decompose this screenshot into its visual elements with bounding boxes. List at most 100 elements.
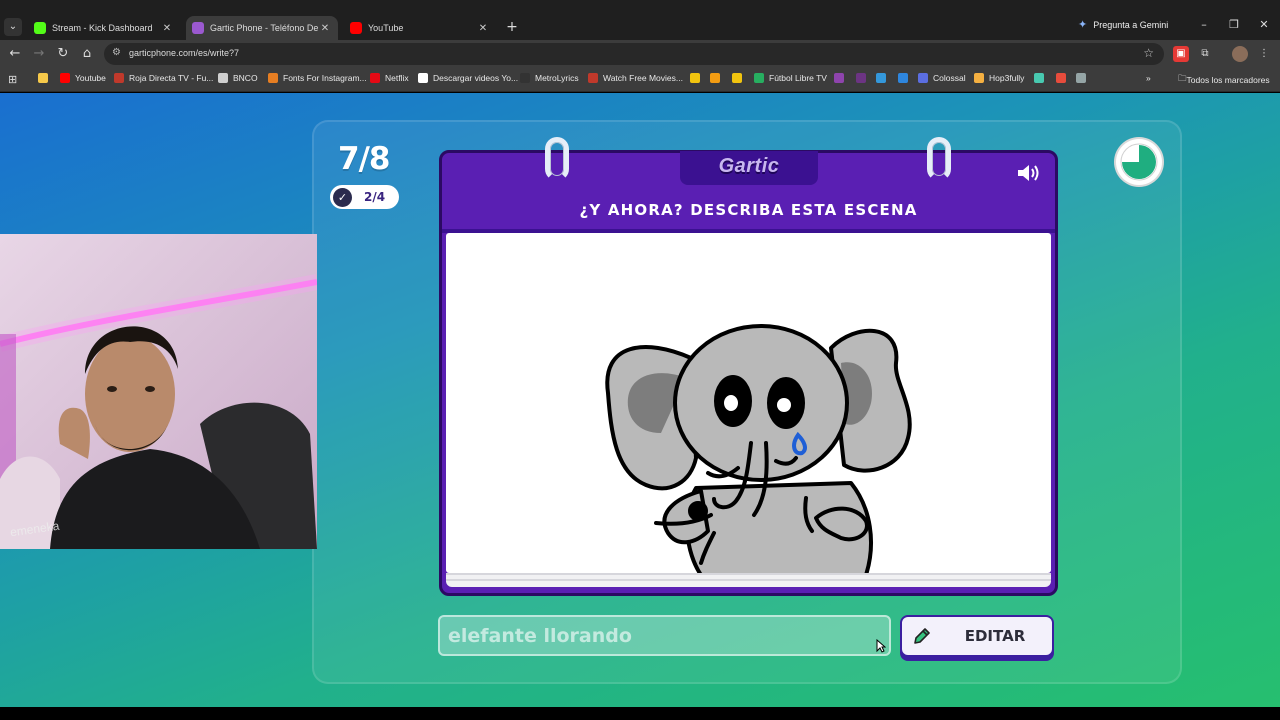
mouse-cursor-icon: [876, 639, 886, 653]
menu-kebab-icon[interactable]: ⋮: [1256, 46, 1272, 62]
bookmark-favicon-icon: [1056, 73, 1066, 83]
binder-ring-icon: [545, 137, 569, 181]
bookmark-icon[interactable]: [732, 73, 742, 83]
bookmark-icon[interactable]: [1034, 73, 1044, 83]
bookmarks-bar: ⊞ Youtube Roja Directa TV - Fu... BNCO Font…: [0, 68, 1280, 92]
bookmark-label: Hop3fully: [989, 73, 1025, 83]
bookmark-item[interactable]: Fonts For Instagram...: [268, 73, 367, 83]
bookmark-item[interactable]: Netflix: [370, 73, 409, 83]
close-tab-icon[interactable]: ✕: [476, 23, 490, 34]
all-bookmarks-folder[interactable]: 🗀 Todos los marcadores: [1178, 73, 1270, 87]
bookmark-label: Youtube: [75, 73, 106, 83]
bookmark-item[interactable]: Fútbol Libre TV: [754, 73, 827, 83]
bookmark-label: Watch Free Movies...: [603, 73, 683, 83]
edit-button-label: EDITAR: [964, 627, 1026, 645]
drawing-board: Gartic ¿Y AHORA? DESCRIBA ESTA ESCENA: [439, 137, 1058, 596]
gartic-logo: Gartic: [718, 155, 780, 177]
bookmark-favicon-icon: [370, 73, 380, 83]
bookmark-icon[interactable]: [1076, 73, 1086, 83]
round-counter: 7/8: [338, 141, 390, 177]
back-button[interactable]: ←: [5, 44, 25, 64]
bookmark-favicon-icon: [418, 73, 428, 83]
close-window-button[interactable]: ✕: [1254, 18, 1274, 31]
drawing-canvas: [446, 233, 1051, 573]
bookmark-item[interactable]: Roja Directa TV - Fu...: [114, 73, 213, 83]
bookmark-label: Descargar videos Yo...: [433, 73, 519, 83]
bookmark-favicon-icon: [60, 73, 70, 83]
elephant-drawing: [605, 324, 912, 573]
bookmark-item[interactable]: MetroLyrics: [520, 73, 579, 83]
tab-gartic-phone[interactable]: Gartic Phone - Teléfono Descon ✕: [186, 16, 338, 40]
home-button[interactable]: ⌂: [77, 44, 97, 64]
bookmark-label: Colossal: [933, 73, 966, 83]
kick-icon: [34, 22, 46, 34]
bookmark-favicon-icon: [710, 73, 720, 83]
forward-button[interactable]: →: [29, 44, 49, 64]
minimize-button[interactable]: –: [1194, 18, 1214, 31]
bookmark-icon[interactable]: [710, 73, 720, 83]
tab-kick-dashboard[interactable]: Stream - Kick Dashboard ✕: [28, 16, 180, 40]
bookmark-favicon-icon: [38, 73, 48, 83]
bookmark-favicon-icon: [520, 73, 530, 83]
profile-avatar[interactable]: [1232, 46, 1248, 62]
tab-search-button[interactable]: ⌄: [4, 18, 22, 36]
sound-icon[interactable]: [1015, 161, 1043, 185]
answer-input[interactable]: [448, 621, 878, 651]
browser-toolbar: ← → ↻ ⌂ ⚙ garticphone.com/es/write?7 ☆ ▣…: [0, 40, 1280, 68]
url-text: garticphone.com/es/write?7: [129, 48, 240, 58]
webcam-feed-image: [0, 234, 317, 549]
bookmark-icon[interactable]: [38, 73, 48, 83]
close-tab-icon[interactable]: ✕: [160, 23, 174, 34]
browser-tab-bar: ⌄ Stream - Kick Dashboard ✕ Gartic Phone…: [0, 0, 1280, 40]
timer-icon: [1114, 137, 1164, 187]
bookmark-icon[interactable]: [898, 73, 908, 83]
new-tab-button[interactable]: +: [503, 18, 521, 36]
bookmark-icon[interactable]: [876, 73, 886, 83]
bookmark-item[interactable]: Colossal: [918, 73, 966, 83]
all-bookmarks-label: Todos los marcadores: [1186, 75, 1270, 85]
bookmark-favicon-icon: [690, 73, 700, 83]
gemini-button[interactable]: ✦ Pregunta a Gemini: [1078, 18, 1168, 31]
bookmark-favicon-icon: [754, 73, 764, 83]
bookmark-item[interactable]: Hop3fully: [974, 73, 1024, 83]
bookmark-favicon-icon: [898, 73, 908, 83]
restore-button[interactable]: ❐: [1224, 18, 1244, 31]
bookmark-star-icon[interactable]: ☆: [1143, 46, 1154, 60]
reload-button[interactable]: ↻: [53, 44, 73, 64]
bookmark-favicon-icon: [834, 73, 844, 83]
bookmark-favicon-icon: [1076, 73, 1086, 83]
page-edges: [446, 573, 1051, 587]
timer-pie: [1120, 143, 1158, 181]
bookmark-icon[interactable]: [834, 73, 844, 83]
bookmark-label: BNCO: [233, 73, 258, 83]
bookmark-item[interactable]: BNCO: [218, 73, 258, 83]
extensions-puzzle-icon[interactable]: ⧉: [1197, 46, 1213, 62]
apps-grid-icon[interactable]: ⊞: [8, 73, 17, 86]
tab-youtube[interactable]: YouTube ✕: [344, 16, 496, 40]
site-info-icon[interactable]: ⚙: [112, 47, 121, 58]
logo-tab: Gartic: [680, 151, 818, 185]
bookmark-favicon-icon: [876, 73, 886, 83]
binder-ring-icon: [927, 137, 951, 181]
webcam-overlay: emeneka: [0, 234, 317, 549]
bookmark-label: Roja Directa TV - Fu...: [129, 73, 214, 83]
players-done-badge: ✓ 2/4: [330, 185, 399, 209]
bookmark-icon[interactable]: [1056, 73, 1066, 83]
bookmark-item[interactable]: Youtube: [60, 73, 106, 83]
bookmark-icon[interactable]: [690, 73, 700, 83]
bookmark-label: Netflix: [385, 73, 409, 83]
bookmark-label: MetroLyrics: [535, 73, 579, 83]
extension-icon[interactable]: ▣: [1173, 46, 1189, 62]
tab-title: Gartic Phone - Teléfono Descon: [210, 23, 318, 33]
gemini-sparkle-icon: ✦: [1078, 19, 1088, 31]
edit-button[interactable]: EDITAR: [900, 615, 1054, 657]
bookmark-item[interactable]: Watch Free Movies...: [588, 73, 683, 83]
players-done-count: 2/4: [364, 190, 386, 204]
close-tab-icon[interactable]: ✕: [318, 23, 332, 34]
more-bookmarks-chevron-icon[interactable]: »: [1146, 73, 1151, 83]
bookmark-icon[interactable]: [856, 73, 866, 83]
address-bar[interactable]: ⚙ garticphone.com/es/write?7 ☆: [104, 43, 1164, 65]
answer-field-wrapper: [438, 615, 891, 656]
bookmark-item[interactable]: Descargar videos Yo...: [418, 73, 518, 83]
bookmark-label: Fútbol Libre TV: [769, 73, 827, 83]
